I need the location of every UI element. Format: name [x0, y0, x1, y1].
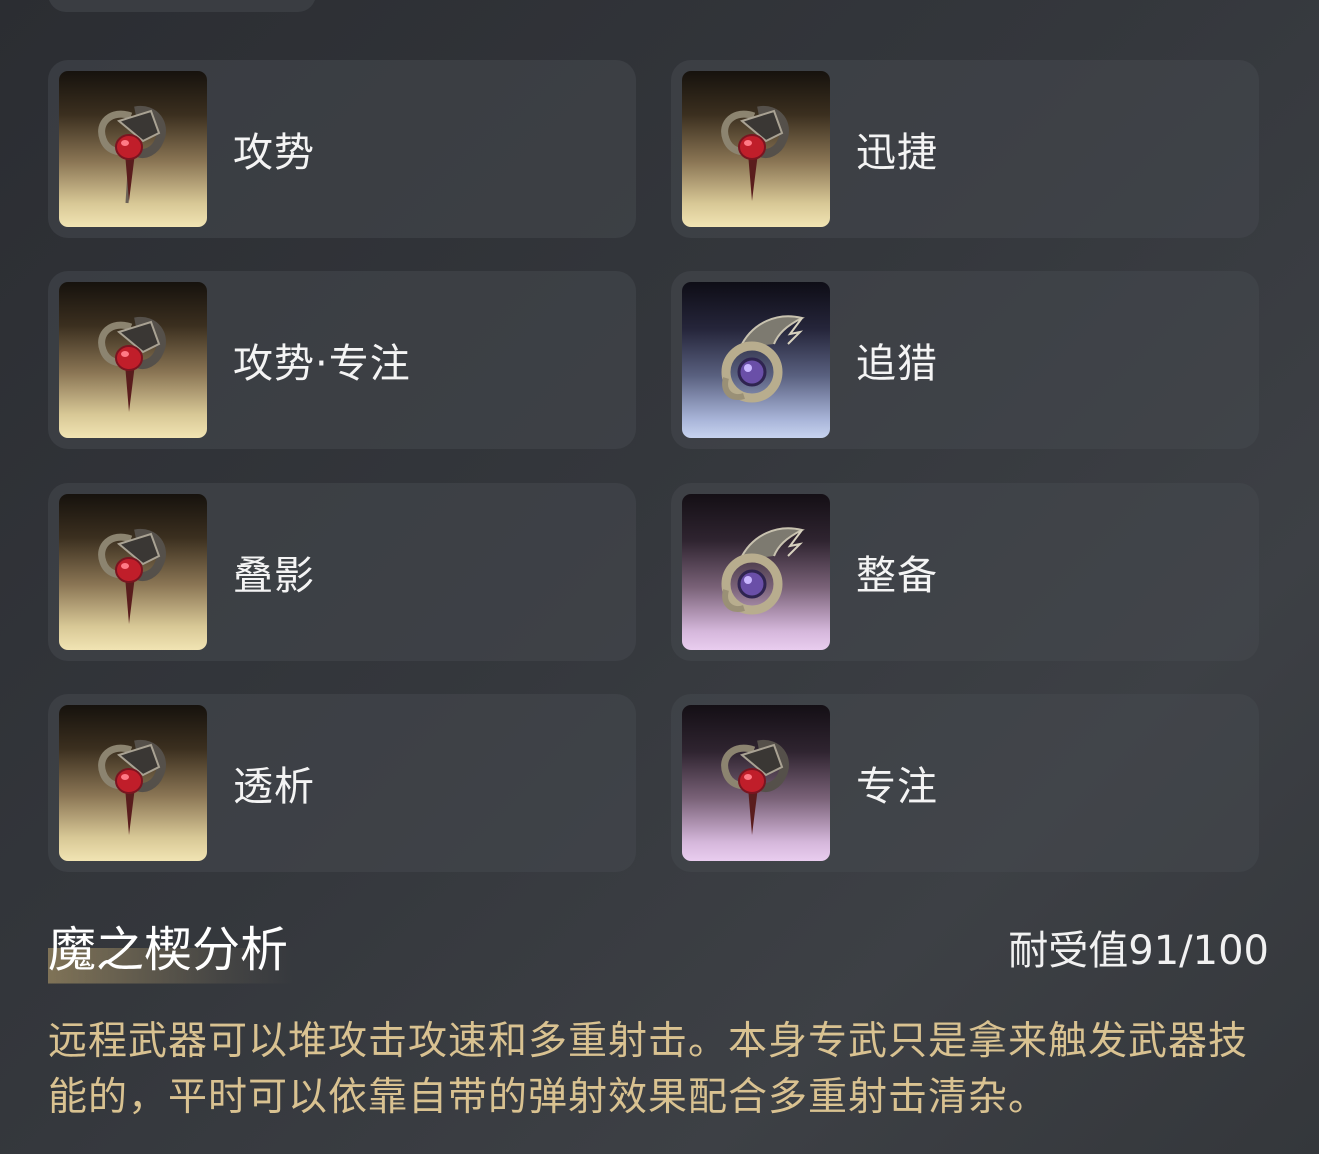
mod-thumb-7 — [59, 705, 207, 861]
red-gem-mod-icon — [98, 316, 166, 412]
mod-name: 追猎 — [856, 341, 938, 387]
mod-card-1[interactable]: 攻势 — [48, 60, 636, 238]
red-gem-mod-icon — [721, 739, 789, 835]
mod-name: 叠影 — [233, 553, 315, 599]
winged-purple-gem-mod-icon — [721, 315, 805, 403]
analysis-description: 远程武器可以堆攻击攻速和多重射击。本身专武只是拿来触发武器技能的，平时可以依靠自… — [48, 1019, 1249, 1120]
mod-card-3[interactable]: 攻势·专注 — [48, 271, 636, 449]
mod-card-5[interactable]: 叠影 — [48, 483, 636, 661]
mod-name: 整备 — [856, 553, 938, 599]
mod-name: 专注 — [856, 764, 938, 810]
mod-thumb-6 — [682, 494, 830, 650]
red-gem-mod-icon — [98, 739, 166, 835]
mod-name: 攻势·专注 — [233, 341, 411, 387]
red-gem-mod-icon — [98, 105, 166, 204]
red-gem-mod-icon — [721, 105, 789, 201]
analysis-title: 魔之楔分析 — [48, 910, 295, 984]
mod-name: 透析 — [233, 764, 315, 810]
winged-purple-gem-mod-icon — [721, 527, 805, 615]
mod-thumb-1 — [59, 71, 207, 227]
durability-value: 耐受值91/100 — [1008, 928, 1269, 974]
mod-thumb-4 — [682, 282, 830, 438]
mod-card-6[interactable]: 整备 — [671, 483, 1259, 661]
mod-thumb-5 — [59, 494, 207, 650]
mod-thumb-2 — [682, 71, 830, 227]
mod-card-8[interactable]: 专注 — [671, 694, 1259, 872]
mod-card-4[interactable]: 追猎 — [671, 271, 1259, 449]
mod-thumb-8 — [682, 705, 830, 861]
top-tab-strip — [48, 0, 316, 12]
mod-thumb-3 — [59, 282, 207, 438]
mod-name: 迅捷 — [856, 130, 938, 176]
red-gem-mod-icon — [98, 528, 166, 624]
mod-card-7[interactable]: 透析 — [48, 694, 636, 872]
mod-name: 攻势 — [233, 130, 315, 176]
mod-card-2[interactable]: 迅捷 — [671, 60, 1259, 238]
